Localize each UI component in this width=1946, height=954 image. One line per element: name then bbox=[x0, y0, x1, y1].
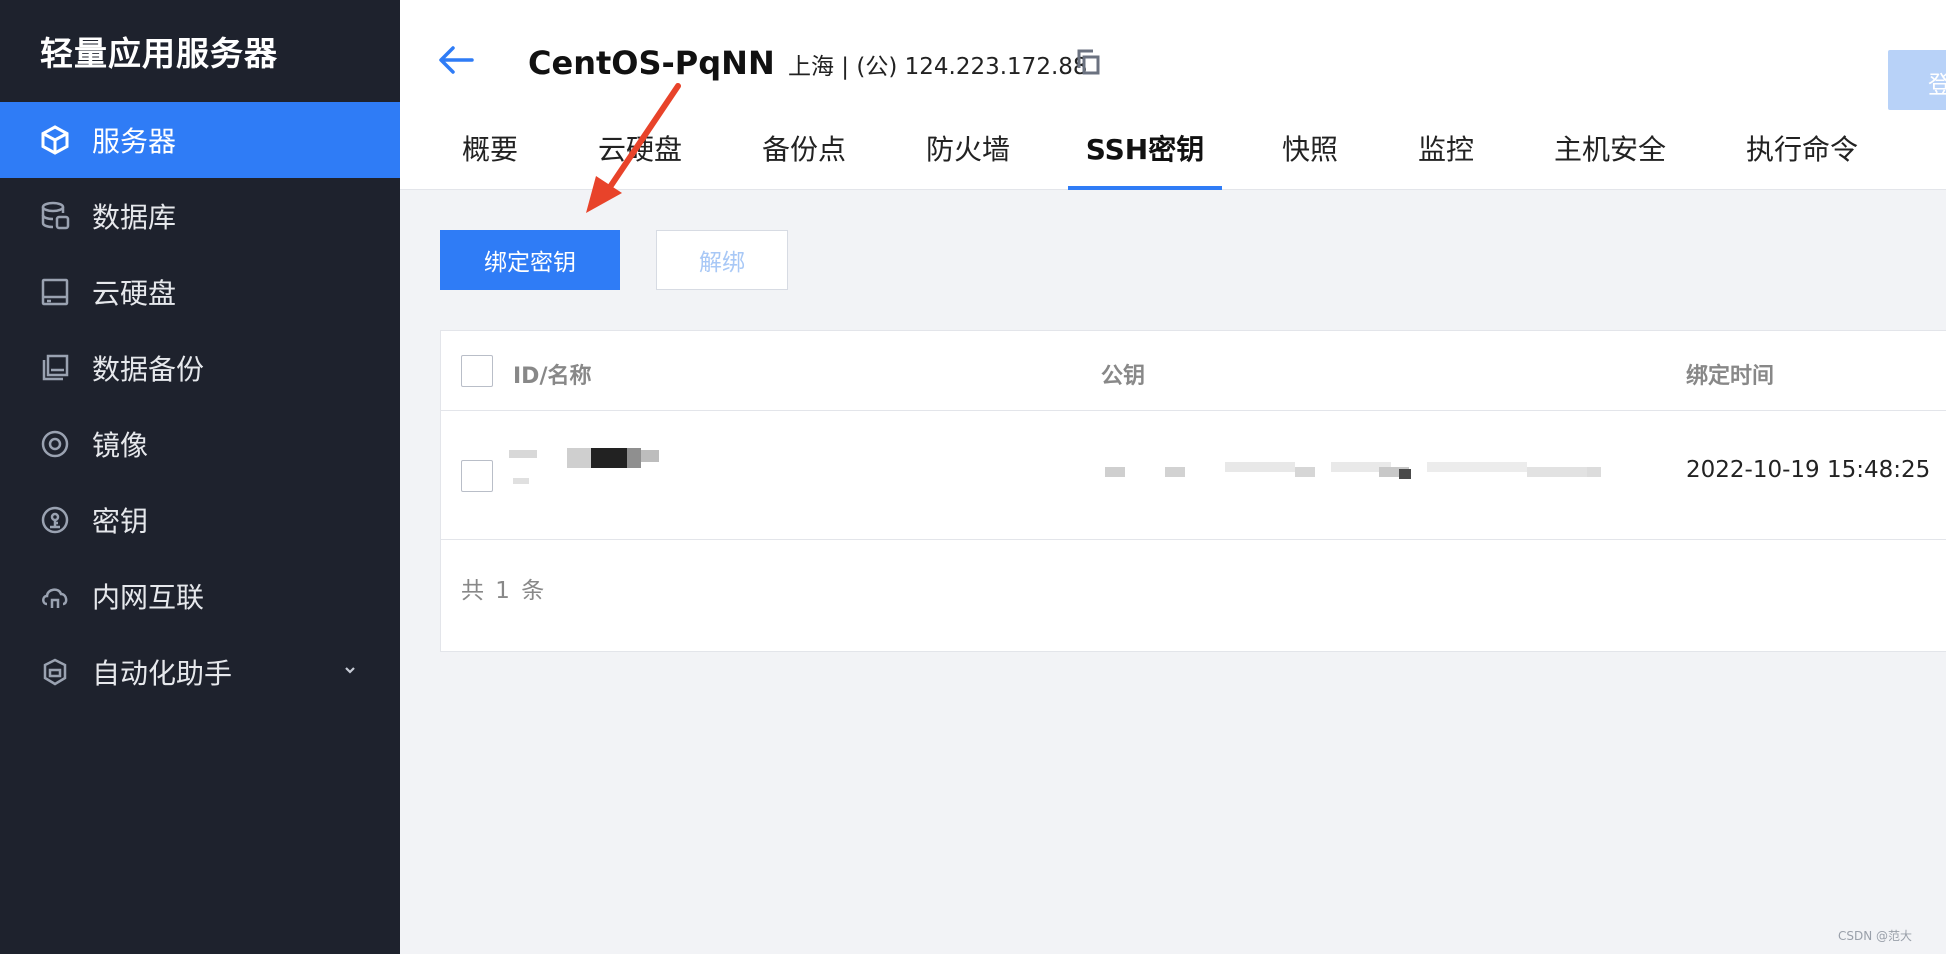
instance-ip: 上海 | (公) 124.223.172.88 bbox=[788, 54, 1088, 80]
sidebar-item-label: 内网互联 bbox=[92, 581, 205, 614]
tab-backup-point[interactable]: 备份点 bbox=[761, 128, 847, 190]
unbind-button[interactable]: 解绑 bbox=[656, 230, 788, 290]
ssh-key-table: ID/名称 公钥 绑定时间 2022-10-19 15:48:25 共 1 条 bbox=[440, 330, 1946, 652]
sidebar-item-intranet[interactable]: 内网互联 bbox=[0, 558, 400, 634]
tab-monitor[interactable]: 监控 bbox=[1417, 128, 1475, 190]
sidebar-item-label: 数据库 bbox=[92, 201, 177, 234]
app-title: 轻量应用服务器 bbox=[40, 34, 278, 73]
bind-key-button[interactable]: 绑定密钥 bbox=[440, 230, 620, 290]
chevron-down-icon[interactable] bbox=[340, 660, 360, 680]
cloud-link-icon bbox=[38, 579, 72, 613]
pagination-total: 共 1 条 bbox=[461, 578, 547, 604]
table-row[interactable]: 2022-10-19 15:48:25 bbox=[441, 412, 1946, 540]
sidebar-item-automation[interactable]: 自动化助手 bbox=[0, 634, 400, 710]
sidebar-item-data-backup[interactable]: 数据备份 bbox=[0, 330, 400, 406]
select-all-checkbox[interactable] bbox=[461, 355, 493, 387]
column-header-bound-time: 绑定时间 bbox=[1686, 364, 1775, 389]
cube-icon bbox=[38, 123, 72, 157]
tab-ssh-keys[interactable]: SSH密钥 bbox=[1068, 128, 1222, 190]
annotation-arrow-icon bbox=[586, 83, 681, 213]
sidebar-item-label: 密钥 bbox=[92, 505, 149, 538]
sidebar-item-database[interactable]: 数据库 bbox=[0, 178, 400, 254]
tab-execute-command[interactable]: 执行命令 bbox=[1745, 128, 1859, 190]
watermark: CSDN @范大 bbox=[1837, 929, 1912, 943]
tab-snapshot[interactable]: 快照 bbox=[1281, 128, 1339, 190]
row-checkbox[interactable] bbox=[461, 460, 493, 492]
column-header-public-key: 公钥 bbox=[1101, 364, 1146, 389]
backup-icon bbox=[38, 351, 72, 385]
tab-host-security[interactable]: 主机安全 bbox=[1553, 128, 1667, 190]
sidebar-item-label: 数据备份 bbox=[92, 353, 205, 386]
back-arrow-icon[interactable] bbox=[436, 42, 476, 78]
bound-time-cell: 2022-10-19 15:48:25 bbox=[1686, 457, 1931, 483]
tab-firewall[interactable]: 防火墙 bbox=[925, 128, 1011, 190]
copy-icon[interactable] bbox=[1075, 48, 1101, 76]
sidebar-nav: 服务器 数据库 云硬盘 数据备份 镜像 密钥 内网互联 自动化助手 bbox=[0, 102, 400, 710]
sidebar-item-image[interactable]: 镜像 bbox=[0, 406, 400, 482]
database-icon bbox=[38, 199, 72, 233]
sidebar-item-label: 镜像 bbox=[92, 429, 149, 462]
sidebar-item-key[interactable]: 密钥 bbox=[0, 482, 400, 558]
sidebar-item-label: 自动化助手 bbox=[92, 657, 233, 690]
sidebar: 轻量应用服务器 服务器 数据库 云硬盘 数据备份 镜像 密钥 内网互联 自动化助… bbox=[0, 0, 400, 954]
sidebar-item-server[interactable]: 服务器 bbox=[0, 102, 400, 178]
sidebar-item-cloud-disk[interactable]: 云硬盘 bbox=[0, 254, 400, 330]
table-header: ID/名称 公钥 绑定时间 bbox=[441, 331, 1946, 411]
column-header-id-name: ID/名称 bbox=[513, 364, 592, 389]
image-icon bbox=[38, 427, 72, 461]
key-icon bbox=[38, 503, 72, 537]
automation-icon bbox=[38, 655, 72, 689]
sidebar-item-label: 云硬盘 bbox=[92, 277, 177, 310]
disk-icon bbox=[38, 275, 72, 309]
sidebar-item-label: 服务器 bbox=[92, 125, 177, 158]
instance-name: CentOS-PqNN bbox=[528, 44, 775, 82]
tab-overview[interactable]: 概要 bbox=[461, 128, 519, 190]
login-button[interactable]: 登 bbox=[1888, 50, 1946, 110]
